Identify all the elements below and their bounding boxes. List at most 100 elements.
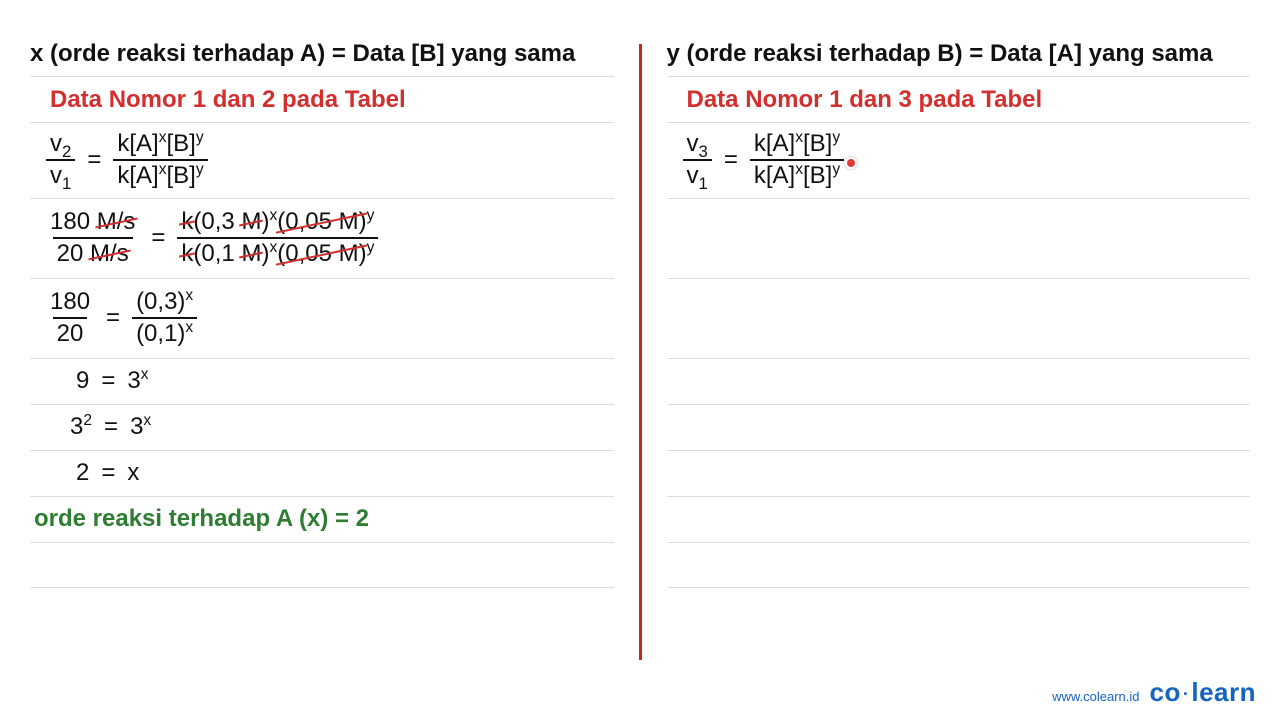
sup-y: y xyxy=(832,161,840,178)
v: v xyxy=(687,162,699,189)
sup-y: y xyxy=(832,129,840,146)
row-formula-r1: v3 v1 = k[A]x[B]y k[A]x[B]y xyxy=(667,122,1251,198)
row-formula-4: 9 = 3x xyxy=(30,358,614,404)
strike-005M: (0,05 M) xyxy=(277,241,366,267)
frac-180-20b: 180 20 xyxy=(46,289,94,348)
row-formula-1: v2 v1 = k[A]x[B]y k[A]x[B]y xyxy=(30,122,614,198)
heading-text: y (orde reaksi terhadap B) = Data xyxy=(667,40,1049,67)
paren: (0,1 xyxy=(193,240,241,267)
heading-text-post: yang sama xyxy=(1082,40,1213,67)
kA: k[A] xyxy=(754,130,795,157)
brand-co: co xyxy=(1150,677,1181,707)
three: 3 xyxy=(130,413,143,440)
frac-v3-v1: v3 v1 xyxy=(683,131,712,190)
x: x xyxy=(127,459,139,487)
p01: (0,1) xyxy=(136,320,185,347)
frac-180-20: 180 M/s 20 M/s xyxy=(46,209,139,268)
formula-3: 180 20 = (0,3)x (0,1)x xyxy=(46,289,197,348)
frac-sub: k(0,3 M)x(0,05 M)y k(0,1 M)x(0,05 M)y xyxy=(177,209,378,268)
row-formula-3: 180 20 = (0,3)x (0,1)x xyxy=(30,278,614,358)
sup-x: x xyxy=(795,129,803,146)
cursor-pointer-icon xyxy=(845,157,857,169)
formula-1: v2 v1 = k[A]x[B]y k[A]x[B]y xyxy=(46,131,208,190)
equals: = xyxy=(95,367,121,395)
right-subhead: Data Nomor 1 dan 3 pada Tabel xyxy=(683,86,1043,114)
n20: 20 xyxy=(57,240,90,267)
bracket-close: ] xyxy=(1074,40,1082,67)
bracket-close: ] xyxy=(437,40,445,67)
sup-x: x xyxy=(159,161,167,178)
equals: = xyxy=(100,304,126,332)
left-heading: x (orde reaksi terhadap A) = Data [B] ya… xyxy=(30,40,614,76)
sub-1: 1 xyxy=(699,174,708,193)
bracket-open: [ xyxy=(1049,40,1057,67)
equals: = xyxy=(718,146,744,174)
page: x (orde reaksi terhadap A) = Data [B] ya… xyxy=(0,0,1280,660)
dot-separator-icon: · xyxy=(1181,684,1192,704)
sup-x: x xyxy=(795,161,803,178)
nine: 9 xyxy=(76,367,89,395)
sup-x: x xyxy=(185,319,193,336)
sup-y: y xyxy=(196,129,204,146)
sub-1: 1 xyxy=(62,174,71,193)
left-subhead: Data Nomor 1 dan 2 pada Tabel xyxy=(46,86,406,114)
footer: www.colearn.id co·learn xyxy=(1052,677,1256,708)
right-column: y (orde reaksi terhadap B) = Data [A] ya… xyxy=(642,40,1251,660)
n20: 20 xyxy=(53,317,88,347)
p03: (0,3) xyxy=(136,288,185,315)
sub-2: 2 xyxy=(62,142,71,161)
sup-x: x xyxy=(185,287,193,304)
strike-k: k xyxy=(181,209,193,235)
sup-y: y xyxy=(196,161,204,178)
B: [B] xyxy=(167,130,196,157)
row-formula-6: 2 = x xyxy=(30,450,614,496)
row-empty-r3 xyxy=(667,278,1251,358)
result-text: orde reaksi terhadap A (x) = 2 xyxy=(34,505,369,533)
row-subhead-left: Data Nomor 1 dan 2 pada Tabel xyxy=(30,76,614,122)
strike-005M: (0,05 M) xyxy=(277,209,366,235)
heading-var: A xyxy=(1057,40,1074,67)
B: [B] xyxy=(803,162,832,189)
v: v xyxy=(50,130,62,157)
sup-y: y xyxy=(367,239,375,256)
row-empty-r6 xyxy=(667,450,1251,496)
equals: = xyxy=(95,459,121,487)
kA: k[A] xyxy=(117,162,158,189)
kA: k[A] xyxy=(754,162,795,189)
sup-x: x xyxy=(143,412,151,429)
strike-k: k xyxy=(181,241,193,267)
sup-x: x xyxy=(269,239,277,256)
sup-x: x xyxy=(159,129,167,146)
sup-x: x xyxy=(269,207,277,224)
frac-v2-v1: v2 v1 xyxy=(46,131,75,190)
two: 2 xyxy=(76,459,89,487)
frac-kab: k[A]x[B]y k[A]x[B]y xyxy=(113,131,207,190)
row-empty-r4 xyxy=(667,358,1251,404)
heading-text: x (orde reaksi terhadap A) = Data xyxy=(30,40,411,67)
formula-2: 180 M/s 20 M/s = k(0,3 M)x(0,05 M)y k(0,… xyxy=(46,209,378,268)
heading-var: B xyxy=(419,40,436,67)
equals: = xyxy=(145,224,171,252)
sup-y: y xyxy=(367,207,375,224)
n180: 180 xyxy=(46,289,94,317)
left-column: x (orde reaksi terhadap A) = Data [B] ya… xyxy=(30,40,639,660)
strike-ms: M/s xyxy=(90,241,129,267)
formula-5: 32 = 3x xyxy=(70,413,151,441)
three: 3 xyxy=(127,367,140,394)
row-result: orde reaksi terhadap A (x) = 2 xyxy=(30,496,614,542)
strike-M: M xyxy=(241,209,261,235)
row-empty-r2 xyxy=(667,198,1251,278)
sup-2: 2 xyxy=(83,412,92,429)
frac-kab-r: k[A]x[B]y k[A]x[B]y xyxy=(750,131,844,190)
row-formula-5: 32 = 3x xyxy=(30,404,614,450)
equals: = xyxy=(98,413,124,441)
frac-03-01: (0,3)x (0,1)x xyxy=(132,289,197,348)
row-subhead-right: Data Nomor 1 dan 3 pada Tabel xyxy=(667,76,1251,122)
B: [B] xyxy=(167,162,196,189)
row-empty-l xyxy=(30,542,614,588)
sub-3: 3 xyxy=(699,142,708,161)
n180: 180 xyxy=(50,208,97,235)
row-formula-2: 180 M/s 20 M/s = k(0,3 M)x(0,05 M)y k(0,… xyxy=(30,198,614,278)
row-empty-r7 xyxy=(667,496,1251,542)
sup-x: x xyxy=(141,366,149,383)
